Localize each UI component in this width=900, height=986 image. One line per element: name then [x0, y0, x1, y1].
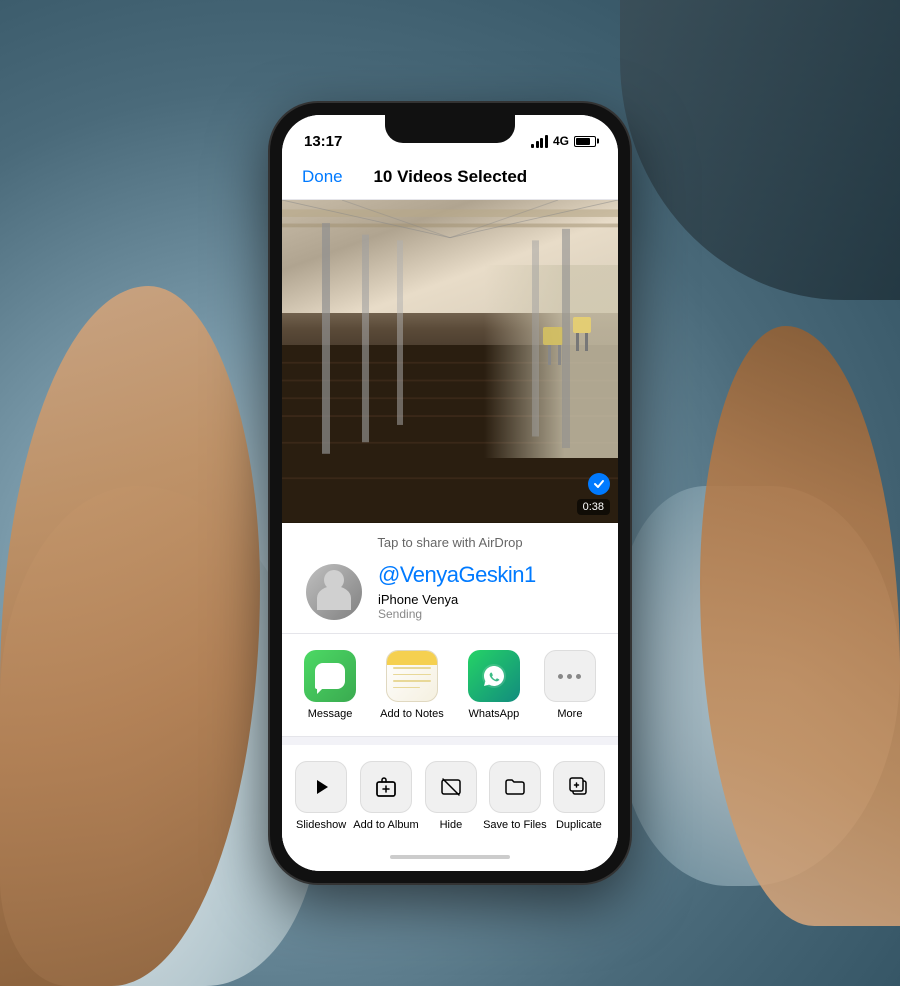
photo-content — [282, 200, 618, 523]
share-app-whatsapp[interactable]: WhatsApp — [468, 650, 520, 720]
share-app-notes[interactable]: Add to Notes — [380, 650, 444, 720]
selected-badge — [588, 473, 610, 495]
airdrop-username: @VenyaGeskin1 — [378, 562, 594, 588]
airdrop-section: Tap to share with AirDrop @VenyaGeskin1 … — [282, 523, 618, 634]
signal-bars-icon — [531, 135, 548, 148]
action-add-album[interactable]: Add to Album — [353, 761, 418, 831]
duplicate-label: Duplicate — [556, 819, 602, 831]
whatsapp-label: WhatsApp — [468, 708, 519, 720]
slideshow-icon — [295, 761, 347, 813]
hide-icon — [425, 761, 477, 813]
actions-row: Slideshow Add to Album — [282, 745, 618, 847]
slideshow-label: Slideshow — [296, 819, 346, 831]
phone-frame: 13:17 4G Done 10 Videos Selected — [270, 103, 630, 883]
message-icon — [304, 650, 356, 702]
selection-title: 10 Videos Selected — [373, 167, 527, 187]
device-status: Sending — [378, 607, 594, 621]
battery-icon — [574, 136, 596, 147]
message-bubble-icon — [315, 663, 345, 689]
nav-bar: Done 10 Videos Selected — [282, 159, 618, 200]
home-indicator — [282, 847, 618, 871]
video-duration: 0:38 — [577, 499, 610, 515]
whatsapp-icon — [468, 650, 520, 702]
more-dots-icon — [558, 674, 581, 679]
network-type: 4G — [553, 134, 569, 148]
save-files-icon — [489, 761, 541, 813]
device-name: iPhone Venya — [378, 592, 594, 607]
save-files-label: Save to Files — [483, 819, 547, 831]
add-album-icon — [360, 761, 412, 813]
more-label: More — [557, 708, 582, 720]
notes-label: Add to Notes — [380, 708, 444, 720]
share-app-more[interactable]: More — [544, 650, 596, 720]
share-sheet: Tap to share with AirDrop @VenyaGeskin1 … — [282, 523, 618, 871]
section-divider — [282, 737, 618, 745]
action-save-files[interactable]: Save to Files — [483, 761, 547, 831]
add-album-label: Add to Album — [353, 819, 418, 831]
action-duplicate[interactable]: Duplicate — [553, 761, 605, 831]
photo-area[interactable]: 0:38 — [282, 200, 618, 523]
home-bar — [390, 855, 510, 859]
more-icon — [544, 650, 596, 702]
action-hide[interactable]: Hide — [425, 761, 477, 831]
status-time: 13:17 — [304, 133, 342, 150]
phone-screen: 13:17 4G Done 10 Videos Selected — [282, 115, 618, 871]
done-button[interactable]: Done — [302, 167, 343, 187]
notch — [385, 115, 515, 143]
status-icons: 4G — [531, 134, 596, 148]
share-app-message[interactable]: Message — [304, 650, 356, 720]
duplicate-icon — [553, 761, 605, 813]
message-label: Message — [308, 708, 353, 720]
airdrop-hint: Tap to share with AirDrop — [298, 535, 602, 550]
share-apps-row: Message Add to Notes — [282, 634, 618, 737]
hide-label: Hide — [440, 819, 463, 831]
notes-icon — [386, 650, 438, 702]
avatar[interactable] — [306, 564, 362, 620]
action-slideshow[interactable]: Slideshow — [295, 761, 347, 831]
